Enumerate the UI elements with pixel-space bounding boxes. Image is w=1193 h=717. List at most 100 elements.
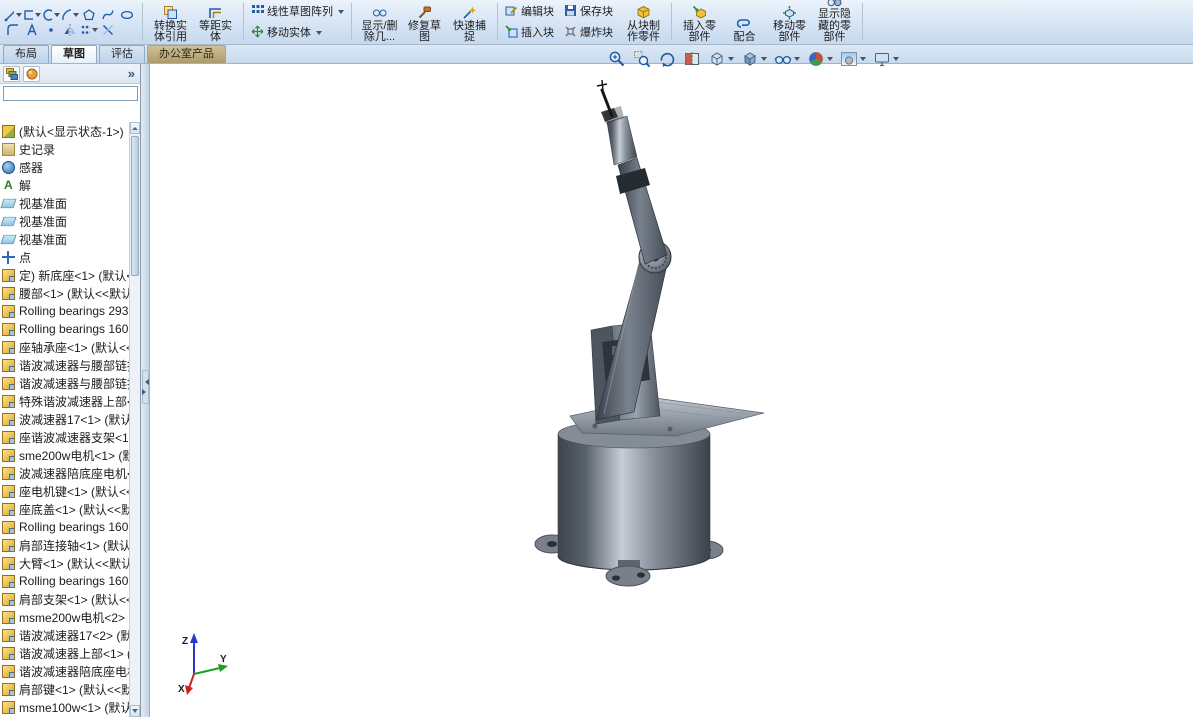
repair-sketch-icon <box>417 5 432 20</box>
tree-item[interactable]: 解 <box>0 176 129 194</box>
relations-group: 显示/删除几... 修复草图 快速捕捉 <box>354 0 495 44</box>
save-block-icon <box>564 4 577 20</box>
tab-evaluate[interactable]: 评估 <box>99 45 145 63</box>
sketch-rectangle-icon[interactable] <box>23 8 41 22</box>
tree-item-icon <box>2 269 15 282</box>
hide-show-items-icon[interactable] <box>772 49 802 69</box>
tree-item[interactable]: 大臂<1> (默认<<默认 <box>0 554 129 572</box>
linear-sketch-pattern-button[interactable]: 线性草图阵列 <box>251 4 344 20</box>
mirror-entities-icon[interactable] <box>61 23 79 37</box>
sketch-text-icon[interactable] <box>23 23 41 37</box>
tree-item[interactable]: 谐波减速器与腰部链接 <box>0 374 129 392</box>
sketch-polygon-icon[interactable] <box>80 8 98 22</box>
display-style-icon[interactable] <box>739 49 769 69</box>
tree-item[interactable]: 座谐波减速器支架<1> ( <box>0 428 129 446</box>
panel-splitter[interactable] <box>141 64 150 717</box>
zoom-fit-icon[interactable] <box>606 49 628 69</box>
repair-sketch-button[interactable]: 修复草图 <box>402 0 447 45</box>
tree-item[interactable]: 肩部支架<1> (默认<< <box>0 590 129 608</box>
scroll-thumb[interactable] <box>131 136 139 276</box>
save-block-button[interactable]: 保存块 <box>564 4 613 20</box>
tree-item[interactable]: Rolling bearings 160( <box>0 518 129 536</box>
tree-item[interactable]: 谐波减速器上部<1> (默 <box>0 644 129 662</box>
sketch-line-icon[interactable] <box>4 8 22 22</box>
tree-item[interactable]: 感器 <box>0 158 129 176</box>
tree-item[interactable]: 座电机键<1> (默认<<默 <box>0 482 129 500</box>
insert-block-button[interactable]: 插入块 <box>505 25 554 41</box>
tree-item[interactable]: 座轴承座<1> (默认<<默 <box>0 338 129 356</box>
tree-item-label: 肩部键<1> (默认<<默 <box>19 681 129 698</box>
make-part-from-block-button[interactable]: 从块制作零件 <box>621 0 666 45</box>
tree-item[interactable]: 谐波减速器17<2> (默 <box>0 626 129 644</box>
sketch-arc-icon[interactable] <box>61 8 79 22</box>
sketch-fillet-icon[interactable] <box>4 23 22 37</box>
tree-item[interactable]: 定) 新底座<1> (默认< <box>0 266 129 284</box>
explode-block-button[interactable]: 爆炸块 <box>564 25 613 41</box>
tree-item[interactable]: 腰部<1> (默认<<默认 <box>0 284 129 302</box>
insert-components-button[interactable]: 插入零部件 <box>677 0 722 45</box>
offset-entities-button[interactable]: 等距实体 <box>193 0 238 45</box>
tree-item[interactable]: 谐波减速器陪底座电机 <box>0 662 129 680</box>
tree-item[interactable]: Rolling bearings 160: <box>0 320 129 338</box>
sketch-point-icon[interactable] <box>42 23 60 37</box>
tree-item[interactable]: 波减速器陪底座电机<2: <box>0 464 129 482</box>
sketch-spline-icon[interactable] <box>99 8 117 22</box>
block-edit-group: 编辑块 插入块 <box>500 0 559 44</box>
edit-appearance-icon[interactable] <box>805 49 835 69</box>
linear-pattern-icon[interactable] <box>80 23 98 37</box>
tree-item[interactable]: 视基准面 <box>0 194 129 212</box>
tree-item-icon <box>2 575 15 588</box>
tab-layout[interactable]: 布局 <box>3 45 49 63</box>
show-hidden-components-button[interactable]: 显示隐藏的零部件 <box>812 0 857 45</box>
move-entities-button[interactable]: 移动实体 <box>251 25 344 41</box>
tree-item[interactable]: Rolling bearings 160( <box>0 572 129 590</box>
tree-item[interactable]: 肩部连接轴<1> (默认< <box>0 536 129 554</box>
panel-splitter-handle[interactable] <box>142 370 149 404</box>
graphics-viewport[interactable]: Z Y X <box>150 64 1193 717</box>
edit-block-button[interactable]: 编辑块 <box>505 4 554 20</box>
quick-snaps-button[interactable]: 快速捕捉 <box>447 0 492 45</box>
edit-block-icon <box>505 4 518 20</box>
scroll-down-arrow[interactable] <box>130 705 140 717</box>
configurationmanager-tab-icon[interactable] <box>23 66 40 82</box>
tree-item[interactable]: 史记录 <box>0 140 129 158</box>
view-orientation-icon[interactable] <box>706 49 736 69</box>
display-delete-relations-button[interactable]: 显示/删除几... <box>357 0 402 45</box>
tab-sketch[interactable]: 草图 <box>51 45 97 63</box>
tree-item[interactable]: msme200w电机<2> ( <box>0 608 129 626</box>
move-component-button[interactable]: 移动零部件 <box>767 0 812 45</box>
mate-button[interactable]: 配合 <box>722 0 767 45</box>
view-settings-icon[interactable] <box>871 49 901 69</box>
tree-item-icon <box>2 467 15 480</box>
tree-item[interactable]: sme200w电机<1> (默认 <box>0 446 129 464</box>
tree-item[interactable]: Rolling bearings 293: <box>0 302 129 320</box>
scroll-up-arrow[interactable] <box>130 122 140 134</box>
tree-item[interactable]: msme100w<1> (默认 <box>0 698 129 716</box>
tree-filter-input[interactable] <box>3 86 138 101</box>
tree-item[interactable]: 谐波减速器与腰部链接 <box>0 356 129 374</box>
tree-item[interactable]: 特殊谐波减速器上部<1 <box>0 392 129 410</box>
tab-office-products[interactable]: 办公室产品 <box>147 45 226 63</box>
offset-entities-icon <box>208 5 223 20</box>
tree-item[interactable]: 座底盖<1> (默认<<默认 <box>0 500 129 518</box>
feature-manager-panel: » (默认<显示状态-1>) 史记录 感器 解 视基准面 视基准面 <box>0 64 141 717</box>
tree-item[interactable]: 肩部键<1> (默认<<默 <box>0 680 129 698</box>
convert-entities-button[interactable]: 转换实体引用 <box>148 0 193 45</box>
tree-item-label: 视基准面 <box>19 195 67 212</box>
apply-scene-icon[interactable] <box>838 49 868 69</box>
rotate-view-icon[interactable] <box>656 49 678 69</box>
tree-item[interactable]: 视基准面 <box>0 212 129 230</box>
featuremanager-tab-icon[interactable] <box>3 66 20 82</box>
tree-item[interactable]: 点 <box>0 248 129 266</box>
tree-item-icon <box>2 629 15 642</box>
panel-expand-chevron[interactable]: » <box>128 66 137 81</box>
tree-scrollbar[interactable] <box>129 122 140 717</box>
tree-item[interactable]: 视基准面 <box>0 230 129 248</box>
zoom-area-icon[interactable] <box>631 49 653 69</box>
sketch-ellipse-icon[interactable] <box>118 8 136 22</box>
section-view-icon[interactable] <box>681 49 703 69</box>
sketch-circle-icon[interactable] <box>42 8 60 22</box>
tree-item[interactable]: (默认<显示状态-1>) <box>0 122 129 140</box>
tree-item[interactable]: 波减速器17<1> (默认< <box>0 410 129 428</box>
trim-entities-icon[interactable] <box>99 23 117 37</box>
